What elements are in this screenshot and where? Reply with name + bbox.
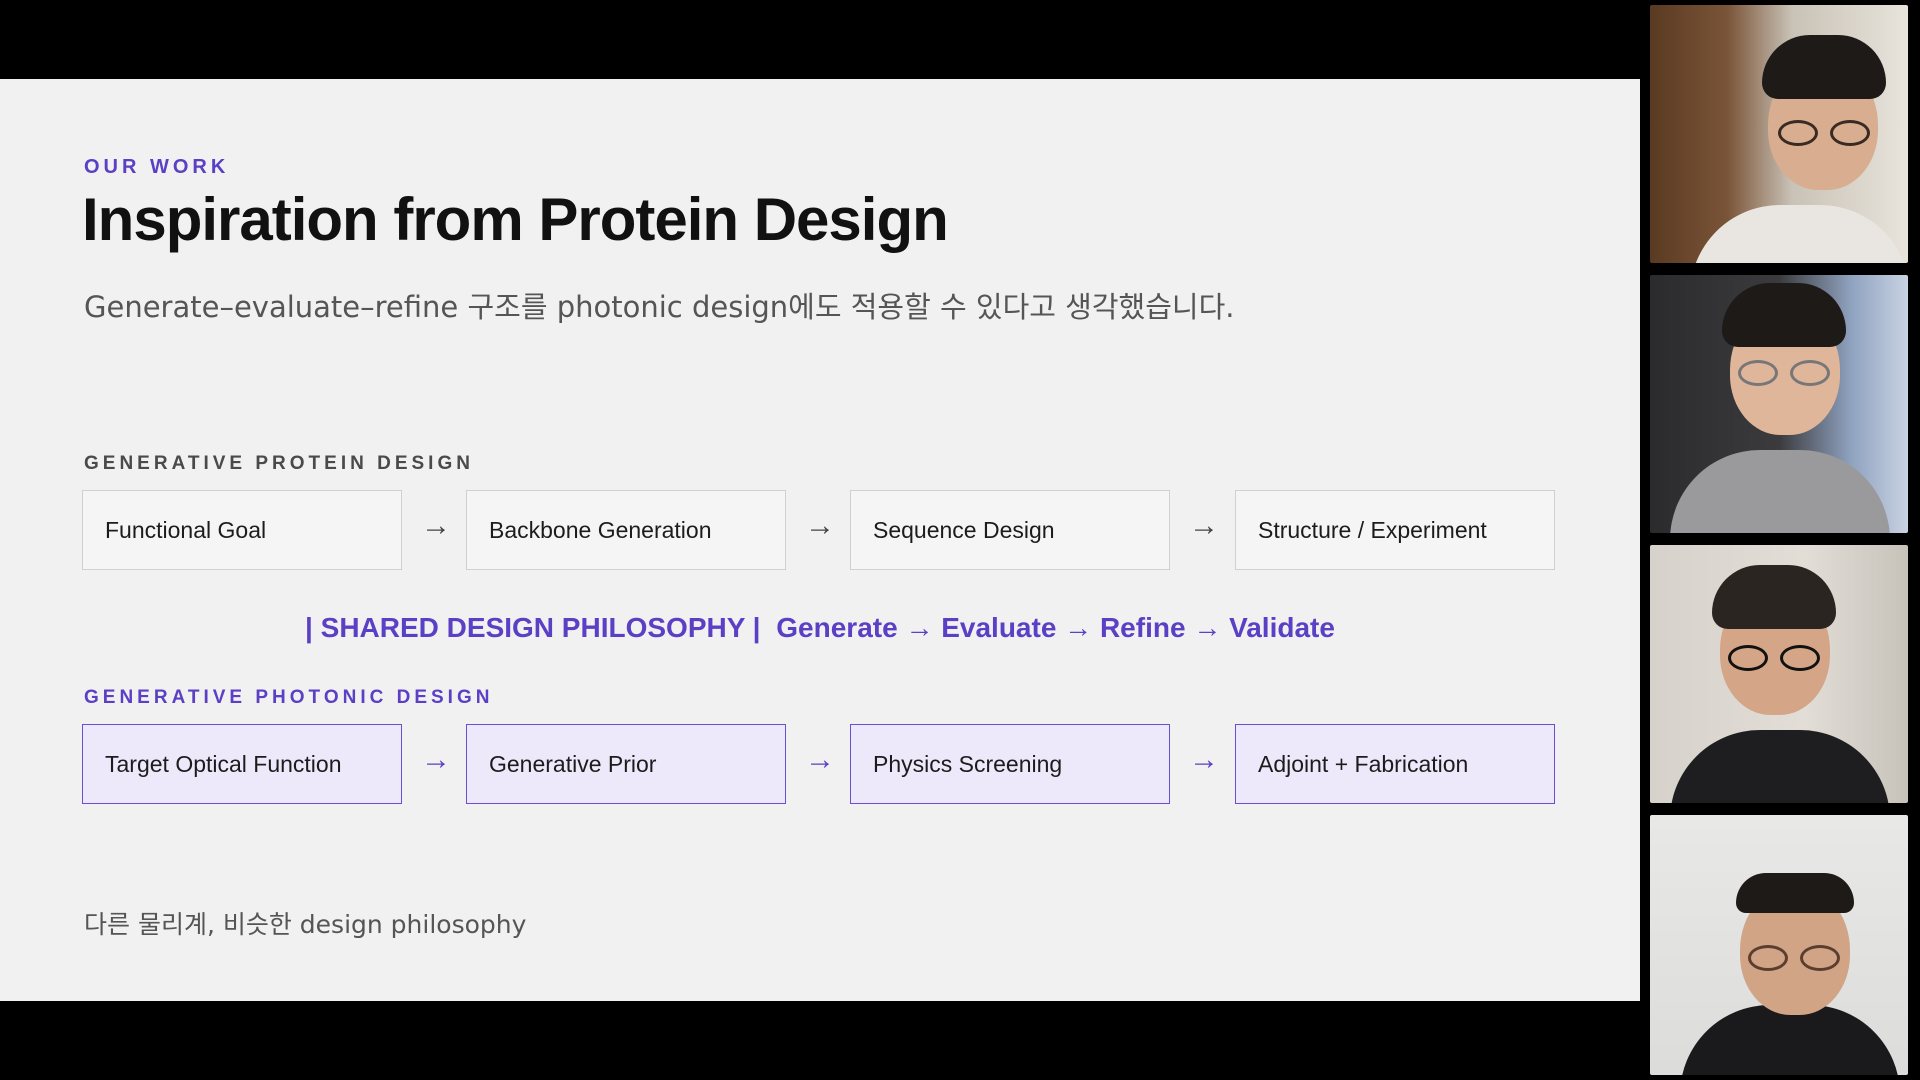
photonic-section-label: GENERATIVE PHOTONIC DESIGN — [84, 687, 494, 708]
photonic-step-box: Generative Prior — [466, 724, 786, 804]
slide-title: Inspiration from Protein Design — [82, 186, 949, 253]
presentation-slide: OUR WORK Inspiration from Protein Design… — [0, 79, 1640, 1001]
slide-eyebrow: OUR WORK — [84, 156, 230, 178]
photonic-step-box: Adjoint + Fabrication — [1235, 724, 1555, 804]
arrow-icon: → — [421, 509, 451, 542]
photonic-step-box: Physics Screening — [850, 724, 1170, 804]
participant-video-tile[interactable] — [1650, 5, 1908, 263]
philosophy-flow: Generate → Evaluate → Refine → Validate — [776, 612, 1335, 643]
photonic-step-box: Target Optical Function — [82, 724, 402, 804]
slide-footer-note: 다른 물리계, 비슷한 design philosophy — [84, 910, 527, 939]
arrow-icon: → — [1189, 509, 1219, 542]
participant-video-tile[interactable] — [1650, 275, 1908, 533]
shared-philosophy-banner: | SHARED DESIGN PHILOSOPHY | Generate → … — [0, 612, 1640, 644]
arrow-icon: → — [805, 743, 835, 776]
philosophy-label: | SHARED DESIGN PHILOSOPHY | — [305, 612, 761, 643]
arrow-icon: → — [805, 509, 835, 542]
participant-video-tile[interactable] — [1650, 815, 1908, 1075]
arrow-icon: → — [1189, 743, 1219, 776]
protein-step-box: Backbone Generation — [466, 490, 786, 570]
slide-subtitle: Generate–evaluate–refine 구조를 photonic de… — [84, 290, 1235, 324]
protein-step-box: Sequence Design — [850, 490, 1170, 570]
protein-step-box: Structure / Experiment — [1235, 490, 1555, 570]
protein-step-box: Functional Goal — [82, 490, 402, 570]
protein-section-label: GENERATIVE PROTEIN DESIGN — [84, 453, 474, 474]
participant-video-tile[interactable] — [1650, 545, 1908, 803]
arrow-icon: → — [421, 743, 451, 776]
